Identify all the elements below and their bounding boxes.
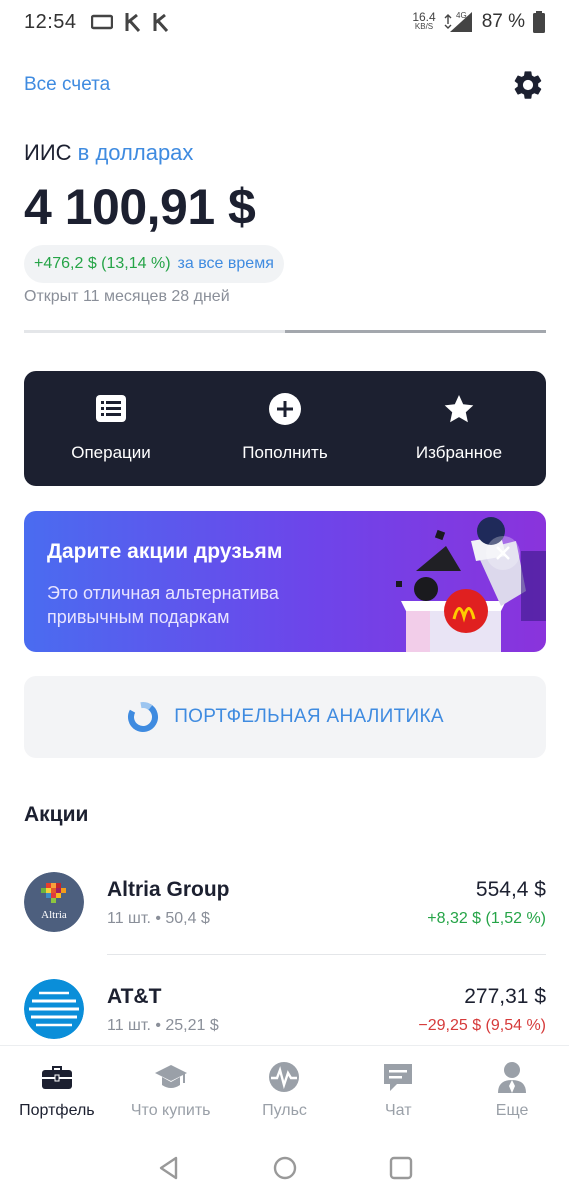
nav-more[interactable]: Еще bbox=[455, 1046, 569, 1135]
chat-icon bbox=[384, 1064, 413, 1091]
account-carousel-indicator-fill bbox=[285, 330, 546, 333]
stock-name: Altria Group bbox=[107, 878, 230, 901]
stock-name: AT&T bbox=[107, 985, 162, 1008]
portfolio-analytics-button[interactable]: ПОРТФЕЛЬНАЯ АНАЛИТИКА bbox=[24, 676, 546, 758]
operations-button[interactable]: Операции bbox=[24, 371, 198, 486]
promo-text: Это отличная альтернатива привычным пода… bbox=[47, 583, 279, 627]
stock-price: 554,4 $ bbox=[475, 878, 546, 901]
gift-box-illustration bbox=[396, 517, 546, 652]
svg-text:Altria: Altria bbox=[41, 909, 67, 921]
recents-icon[interactable] bbox=[388, 1155, 414, 1181]
battery-icon bbox=[533, 11, 545, 33]
account-carousel-indicator bbox=[24, 330, 546, 333]
actions-card: Операции Пополнить Избранное bbox=[24, 371, 546, 486]
plus-circle-icon bbox=[269, 393, 301, 425]
favorites-label: Избранное bbox=[415, 443, 503, 462]
list-icon bbox=[96, 395, 126, 422]
altria-logo: Altria bbox=[24, 872, 84, 932]
graduation-cap-icon bbox=[154, 1065, 187, 1088]
account-opened: Открыт 11 месяцев 28 дней bbox=[24, 288, 230, 305]
portfolio-analytics-label: ПОРТФЕЛЬНАЯ АНАЛИТИКА bbox=[174, 706, 444, 727]
cast-icon bbox=[90, 14, 113, 30]
profit-value: +476,2 $ (13,14 %) bbox=[34, 255, 171, 272]
star-icon bbox=[444, 395, 474, 423]
gear-icon[interactable] bbox=[511, 68, 545, 102]
nav-chat[interactable]: Чат bbox=[341, 1046, 455, 1135]
status-time: 12:54 bbox=[24, 10, 77, 33]
favorites-button[interactable]: Избранное bbox=[372, 371, 546, 486]
kinopoisk-k-icon bbox=[125, 13, 140, 32]
row-divider bbox=[107, 954, 546, 955]
kinopoisk-k-icon bbox=[153, 13, 168, 32]
stock-change: +8,32 $ (1,52 %) bbox=[427, 910, 546, 927]
back-icon[interactable] bbox=[156, 1155, 182, 1181]
nav-pulse[interactable]: Пульс bbox=[228, 1046, 342, 1135]
donut-chart-icon bbox=[128, 702, 159, 732]
battery-percent: 87 % bbox=[481, 11, 525, 32]
close-icon bbox=[496, 546, 510, 560]
top-up-label: Пополнить bbox=[242, 443, 328, 462]
stock-price: 277,31 $ bbox=[464, 985, 546, 1008]
promo-title: Дарите акции друзьям bbox=[47, 540, 283, 563]
stock-row-altria[interactable]: Altria Altria Group 11 шт. • 50,4 $ 554,… bbox=[24, 872, 546, 972]
nav-what-to-buy-label: Что купить bbox=[130, 1102, 211, 1119]
nav-pulse-label: Пульс bbox=[262, 1102, 307, 1119]
stock-details: 11 шт. • 50,4 $ bbox=[107, 910, 210, 927]
bottom-nav: Портфель Что купить Пульс Чат Еще bbox=[0, 1045, 569, 1135]
pulse-icon bbox=[269, 1062, 300, 1092]
account-currency[interactable]: в долларах bbox=[78, 140, 194, 165]
stocks-section-title: Акции bbox=[24, 803, 89, 826]
nav-portfolio-label: Портфель bbox=[19, 1102, 95, 1119]
briefcase-icon bbox=[41, 1066, 72, 1089]
all-accounts-link[interactable]: Все счета bbox=[24, 74, 110, 96]
system-nav-bar bbox=[0, 1135, 569, 1200]
nav-more-label: Еще bbox=[495, 1102, 529, 1119]
att-logo bbox=[24, 979, 84, 1039]
promo-banner[interactable]: Дарите акции друзьям Это отличная альтер… bbox=[24, 511, 546, 652]
net-speed: 16.4 KB/S bbox=[412, 10, 436, 31]
account-balance: 4 100,91 $ bbox=[24, 179, 256, 235]
nav-portfolio[interactable]: Портфель bbox=[0, 1046, 114, 1135]
status-bar: 12:54 16.4 KB/S 4G 87 % bbox=[0, 0, 569, 44]
home-icon[interactable] bbox=[272, 1155, 298, 1181]
nav-chat-label: Чат bbox=[385, 1102, 412, 1119]
account-title[interactable]: ИИС в долларах bbox=[24, 140, 193, 166]
header: Все счета bbox=[24, 64, 545, 106]
profit-period[interactable]: за все время bbox=[178, 255, 274, 273]
promo-close-button[interactable] bbox=[486, 536, 520, 570]
operations-label: Операции bbox=[71, 443, 151, 462]
stock-details: 11 шт. • 25,21 $ bbox=[107, 1017, 219, 1034]
nav-what-to-buy[interactable]: Что купить bbox=[114, 1046, 228, 1135]
stock-change: −29,25 $ (9,54 %) bbox=[418, 1017, 546, 1034]
profit-pill[interactable]: +476,2 $ (13,14 %) за все время bbox=[24, 245, 284, 283]
signal-4g-icon: 4G bbox=[444, 11, 472, 32]
account-type: ИИС bbox=[24, 140, 72, 165]
user-icon bbox=[498, 1062, 527, 1093]
top-up-button[interactable]: Пополнить bbox=[198, 371, 372, 486]
